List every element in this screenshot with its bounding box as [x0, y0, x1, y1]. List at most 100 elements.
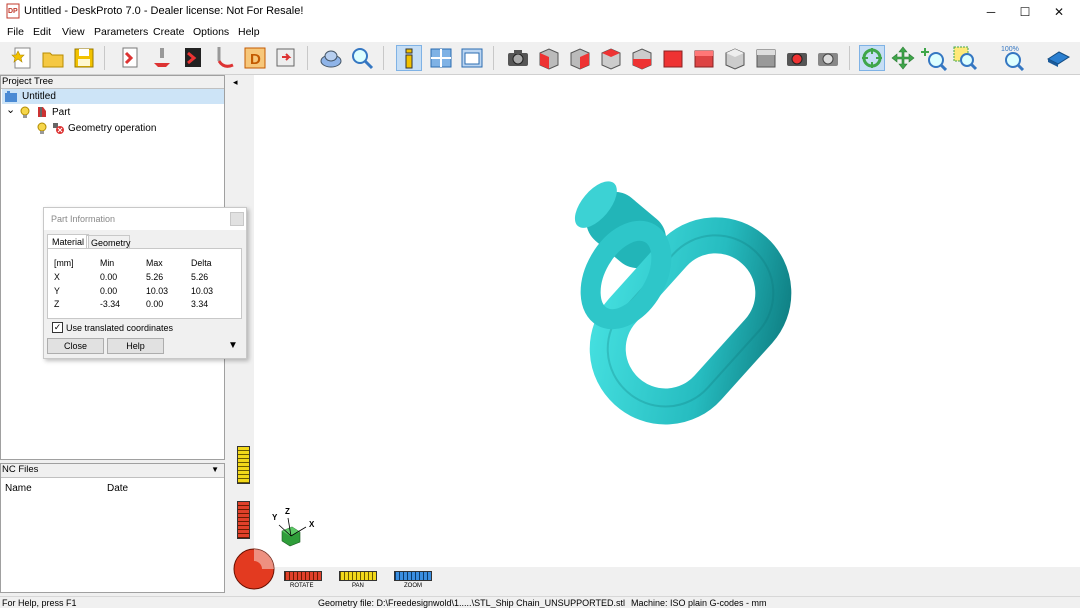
zoom-preview-icon[interactable] — [349, 45, 375, 71]
help-book-icon[interactable] — [1045, 45, 1071, 71]
snapshot-icon[interactable] — [784, 45, 810, 71]
axis-indicator — [278, 517, 307, 547]
save-icon[interactable] — [71, 45, 97, 71]
column-header-date[interactable]: Date — [107, 483, 128, 494]
window-title: Untitled - DeskProto 7.0 - Dealer licens… — [24, 5, 304, 17]
geometry-operation-icon — [53, 123, 64, 134]
tree-item-part[interactable]: ⌄ Part — [1, 103, 225, 120]
part-info-table: [mm] Min Max Delta X 0.00 5.26 5.26 Y 0.… — [47, 248, 242, 319]
menu-edit[interactable]: Edit — [33, 26, 51, 38]
help-dialog-button[interactable]: Help — [107, 338, 164, 354]
chevron-down-icon[interactable]: ⌄ — [6, 103, 15, 118]
use-translated-checkbox[interactable]: ✓ — [52, 322, 63, 333]
new-file-icon[interactable] — [10, 45, 36, 71]
dialog-close-button[interactable] — [230, 212, 244, 226]
tab-geometry[interactable]: Geometry — [86, 235, 131, 249]
close-button[interactable]: ✕ — [1042, 0, 1076, 24]
print-view-icon[interactable] — [815, 45, 841, 71]
save-nc-icon[interactable] — [273, 45, 299, 71]
info-icon[interactable] — [396, 45, 422, 71]
pan-slider-vertical[interactable] — [237, 446, 250, 484]
status-help: For Help, press F1 — [2, 598, 77, 608]
view-left-icon[interactable] — [722, 45, 748, 71]
view-bottom-icon[interactable] — [660, 45, 686, 71]
toolbar: D 100% — [0, 42, 1080, 75]
view-iso-icon[interactable] — [536, 45, 562, 71]
part-icon — [38, 107, 46, 117]
3d-viewport[interactable]: X Y Z — [254, 75, 1080, 567]
row-y-delta: 10.03 — [191, 286, 214, 296]
pan-slider[interactable] — [339, 571, 377, 581]
axis-z-label: Z — [285, 507, 290, 516]
menu-bar: File Edit View Parameters Create Options… — [0, 24, 1080, 42]
header-unit: [mm] — [54, 258, 74, 268]
part-params-icon[interactable] — [149, 45, 175, 71]
zoom-window-icon[interactable] — [952, 45, 978, 71]
view-right-icon[interactable] — [598, 45, 624, 71]
tab-material[interactable]: Material — [47, 234, 90, 248]
axis-y-label: Y — [272, 513, 278, 522]
menu-options[interactable]: Options — [193, 26, 229, 38]
header-min: Min — [100, 258, 115, 268]
view-top-icon[interactable] — [629, 45, 655, 71]
lightbulb-icon[interactable] — [37, 122, 47, 135]
view-back-icon[interactable] — [691, 45, 717, 71]
tree-item-untitled-label: Untitled — [22, 91, 56, 102]
pan-mode-icon[interactable] — [890, 45, 916, 71]
row-z-min: -3.34 — [100, 299, 121, 309]
drawing-icon[interactable]: D — [242, 45, 268, 71]
tree-item-part-label: Part — [52, 107, 71, 118]
view-front-icon[interactable] — [567, 45, 593, 71]
svg-text:D: D — [250, 51, 261, 68]
rotate-mode-icon[interactable] — [859, 45, 885, 71]
zoom-mode-icon[interactable] — [921, 45, 948, 72]
maximize-button[interactable]: ☐ — [1008, 0, 1042, 24]
dropdown-arrow-icon[interactable]: ▼ — [211, 464, 219, 476]
lightbulb-icon[interactable] — [20, 106, 30, 119]
nc-files-panel: NC Files ▼ Name Date — [0, 463, 225, 593]
toolpath-icon[interactable] — [211, 45, 237, 71]
camera-icon[interactable] — [505, 45, 531, 71]
menu-view[interactable]: View — [62, 26, 85, 38]
row-x-axis: X — [54, 272, 60, 282]
tree-item-geometry-operation[interactable]: Geometry operation — [1, 121, 225, 136]
zoom-100-icon[interactable]: 100% — [1000, 45, 1026, 72]
view-shaded-icon[interactable] — [753, 45, 779, 71]
menu-create[interactable]: Create — [153, 26, 185, 38]
axis-x-label: X — [309, 520, 315, 529]
nc-files-title: NC Files — [2, 464, 39, 475]
render-icon[interactable] — [318, 45, 344, 71]
row-y-max: 10.03 — [146, 286, 169, 296]
menu-help[interactable]: Help — [238, 26, 260, 38]
tree-item-untitled[interactable]: Untitled — [2, 89, 224, 104]
app-logo-icon[interactable]: DP — [6, 3, 20, 19]
status-bar: For Help, press F1 Geometry file: D:\Fre… — [0, 596, 1080, 608]
rotate-slider-vertical[interactable] — [237, 501, 250, 539]
expand-dialog-icon[interactable]: ▼ — [228, 340, 238, 351]
part-information-dialog: Part Information Material Geometry [mm] … — [43, 207, 247, 359]
dialog-title-bar[interactable]: Part Information — [44, 208, 246, 230]
nc-files-header: NC Files ▼ — [1, 464, 224, 478]
rotate-label: ROTATE — [290, 583, 314, 589]
zoom-label: ZOOM — [404, 583, 422, 589]
collapse-panel-icon[interactable]: ◂ — [233, 77, 238, 88]
menu-file[interactable]: File — [7, 26, 24, 38]
close-dialog-button[interactable]: Close — [47, 338, 104, 354]
project-params-icon[interactable] — [117, 45, 143, 71]
header-max: Max — [146, 258, 163, 268]
row-z-max: 0.00 — [146, 299, 164, 309]
layout-icon[interactable] — [428, 45, 454, 71]
operation-params-icon[interactable] — [180, 45, 206, 71]
header-delta: Delta — [191, 258, 212, 268]
project-tree-header: Project Tree — [1, 76, 224, 89]
minimize-button[interactable]: ─ — [974, 0, 1008, 24]
rotate-dial-icon[interactable] — [232, 547, 276, 591]
rotate-slider[interactable] — [284, 571, 322, 581]
open-folder-icon[interactable] — [40, 45, 66, 71]
menu-parameters[interactable]: Parameters — [94, 26, 148, 38]
zoom-slider[interactable] — [394, 571, 432, 581]
column-header-name[interactable]: Name — [5, 483, 32, 494]
pan-label: PAN — [352, 583, 364, 589]
window-view-icon[interactable] — [459, 45, 485, 71]
viewport-bottom-strip: ROTATE PAN ZOOM — [228, 548, 1080, 593]
